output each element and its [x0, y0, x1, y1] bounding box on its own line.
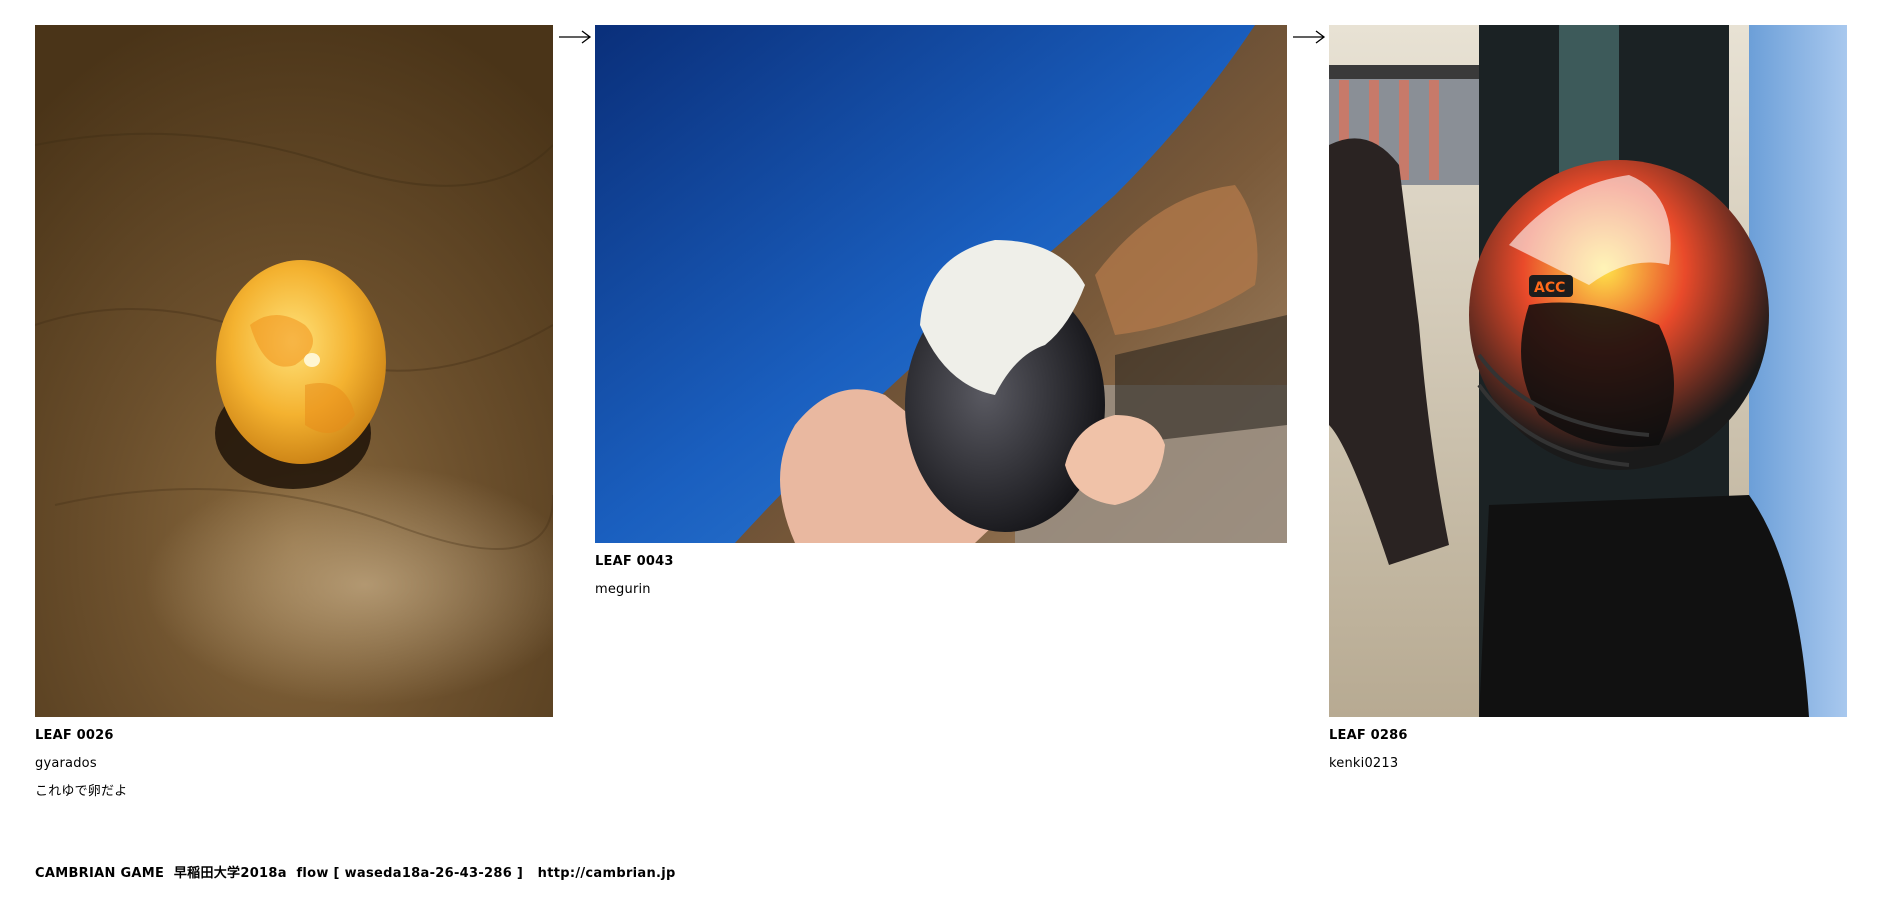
yellow-egg-on-leather-image	[35, 25, 553, 717]
leaf-id[interactable]: LEAF 0026	[35, 722, 127, 750]
footer-text: CAMBRIAN GAME 早稲田大学2018a flow [ waseda18…	[35, 866, 538, 881]
footer-link[interactable]: http://cambrian.jp	[538, 866, 676, 881]
right-arrow-icon	[558, 30, 592, 44]
footer: CAMBRIAN GAME 早稲田大学2018a flow [ waseda18…	[35, 862, 676, 881]
right-arrow-icon	[1292, 30, 1326, 44]
leaf-0286-photo[interactable]: ACC	[1329, 25, 1847, 717]
leaf-id[interactable]: LEAF 0043	[595, 548, 674, 576]
leaf-user[interactable]: kenki0213	[1329, 750, 1408, 778]
leaf-0286-caption: LEAF 0286 kenki0213	[1329, 722, 1408, 778]
leaf-0043-photo[interactable]	[595, 25, 1287, 543]
leaf-user[interactable]: gyarados	[35, 750, 127, 778]
leaf-user[interactable]: megurin	[595, 576, 674, 604]
leaf-comment: これゆで卵だよ	[35, 784, 128, 799]
svg-text:ACC: ACC	[1534, 280, 1565, 296]
flow-page: ACC LEAF 0026 gyarados これゆで卵だよ LEAF 0043…	[0, 0, 1883, 900]
leaf-0026-caption: LEAF 0026 gyarados これゆで卵だよ	[35, 722, 127, 806]
leaf-id[interactable]: LEAF 0286	[1329, 722, 1408, 750]
leaf-0026-photo[interactable]	[35, 25, 553, 717]
leaf-0043-caption: LEAF 0043 megurin	[595, 548, 674, 604]
football-helmet-store-image: ACC	[1329, 25, 1847, 717]
black-egg-in-hand-image	[595, 25, 1287, 543]
